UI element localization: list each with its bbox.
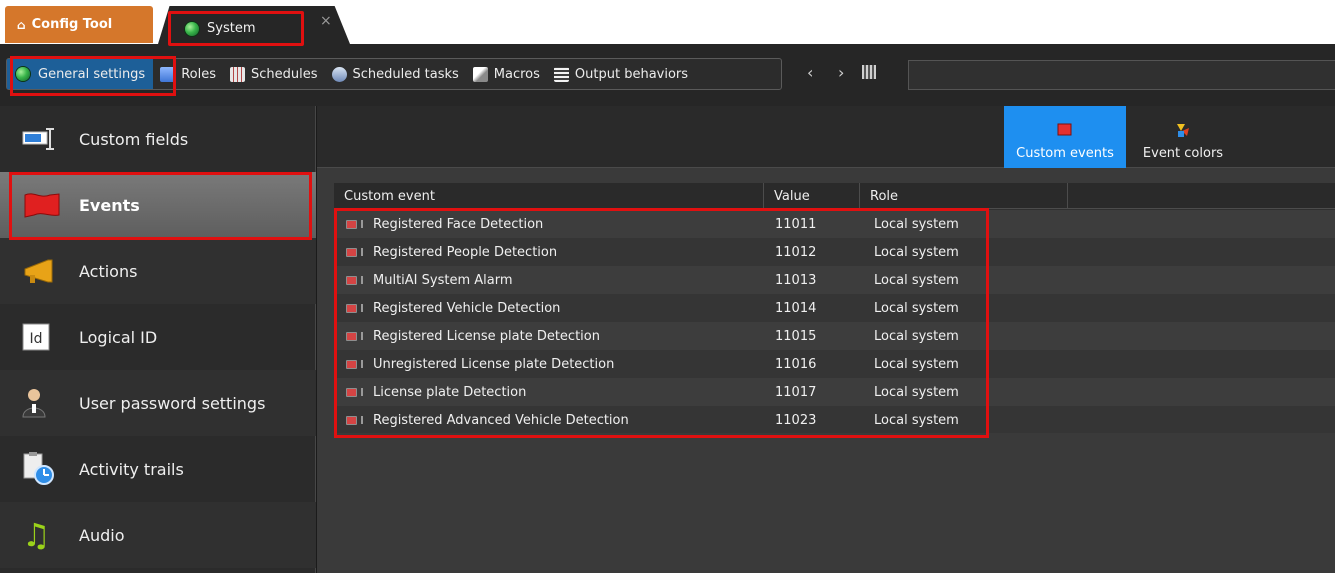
music-note-icon: ♫ [22,516,51,554]
id-icon: Id [22,323,50,351]
sidebar-item-label: Audio [79,525,125,545]
column-header-role[interactable]: Role [860,183,1068,209]
back-arrow-icon[interactable]: ‹ [807,63,813,82]
macros-label: Macros [493,66,540,82]
sidebar-item-label: Logical ID [79,327,158,347]
schedules-label: Schedules [251,66,318,82]
tab-bar: ⌂ Config Tool System × [0,0,1335,46]
general-settings-highlight [10,56,176,96]
user-icon [22,389,46,418]
calendar-icon [230,66,246,82]
event-colors-button[interactable]: Event colors [1133,106,1233,168]
sidebar-item-logical-id[interactable]: Id Logical ID [0,304,316,370]
output-behaviors-label: Output behaviors [574,66,689,82]
sidebar-item-user-password-settings[interactable]: User password settings [0,370,316,436]
output-behaviors-button[interactable]: Output behaviors [547,59,695,89]
forward-arrow-icon[interactable]: › [838,63,844,82]
events-table-highlight [334,208,989,438]
macro-icon [472,66,488,82]
scheduled-tasks-button[interactable]: Scheduled tasks [325,59,466,89]
content-header: Custom events Event colors [317,106,1335,168]
activity-trails-icon [23,452,54,485]
sidebar-item-label: User password settings [79,393,266,413]
home-icon: ⌂ [17,17,26,32]
scheduled-tasks-label: Scheduled tasks [352,66,459,82]
schedules-button[interactable]: Schedules [223,59,325,89]
sidebar-item-label: Custom fields [79,129,189,149]
flag-icon [1057,123,1072,136]
search-input[interactable] [908,60,1335,90]
custom-fields-icon [22,128,54,150]
roles-label: Roles [181,66,217,82]
close-icon[interactable]: × [320,13,332,29]
table-empty-area [334,433,1335,573]
sidebar-item-activity-trails[interactable]: Activity trails [0,436,316,502]
custom-events-button[interactable]: Custom events [1004,106,1126,168]
sidebar-item-label: Activity trails [79,459,184,479]
megaphone-icon [24,259,53,283]
sidebar-item-custom-fields[interactable]: Custom fields [0,106,316,172]
macros-button[interactable]: Macros [466,59,547,89]
table-header: Custom event Value Role [334,183,1335,209]
event-colors-label: Event colors [1142,146,1224,161]
tab-system-label: System [207,21,256,36]
output-icon [553,66,569,82]
tab-config-tool[interactable]: ⌂ Config Tool [5,6,153,43]
svg-text:Id: Id [29,331,42,347]
tab-system[interactable]: System [168,11,304,46]
column-header-custom-event[interactable]: Custom event [334,183,764,209]
palette-icon [1177,124,1189,137]
sidebar-item-audio[interactable]: ♫ Audio [0,502,316,568]
events-highlight [9,172,312,240]
scheduled-task-icon [331,66,347,82]
sidebar-item-label: Actions [79,261,138,281]
column-header-value[interactable]: Value [764,183,860,209]
pin-icon[interactable] [862,65,876,79]
globe-icon [185,21,199,36]
sidebar-item-actions[interactable]: Actions [0,238,316,304]
tab-config-tool-label: Config Tool [31,17,113,32]
custom-events-label: Custom events [1016,146,1114,161]
